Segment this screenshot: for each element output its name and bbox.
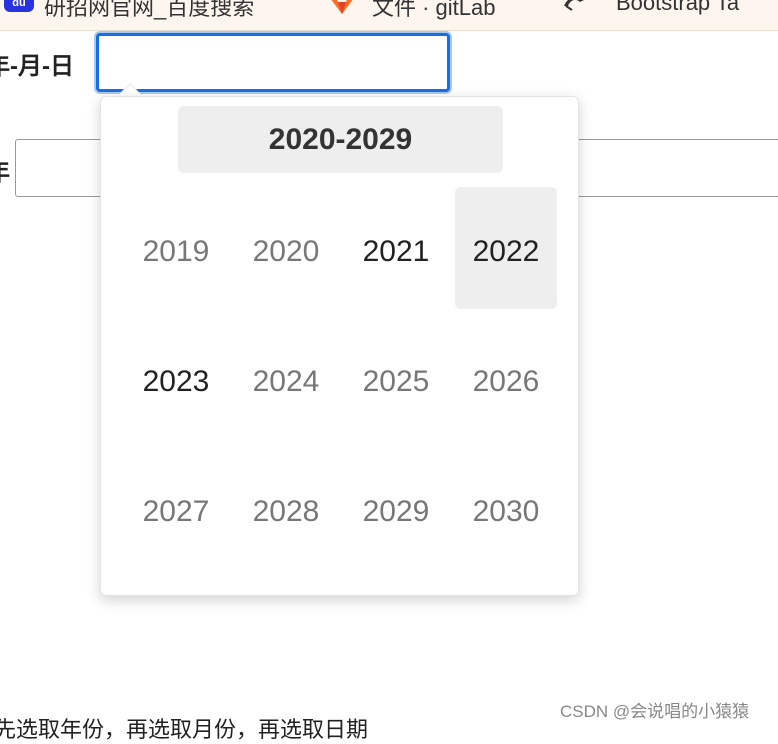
year-cell-3[interactable]: 2022	[455, 187, 557, 309]
date-label: 年-月-日	[0, 53, 74, 80]
year-cell-5[interactable]: 2024	[231, 317, 341, 447]
bookmark-baidu[interactable]: 研招网官网_百度搜索	[44, 0, 254, 22]
year-cell-2[interactable]: 2021	[341, 187, 451, 317]
year-cell-11[interactable]: 2030	[451, 447, 561, 577]
bookmark-bootstrap[interactable]: Bootstrap Ta	[616, 0, 739, 16]
year-cell-6[interactable]: 2025	[341, 317, 451, 447]
datepicker-popup: 2020-2029 2019 2020 2021 2022 2023 2024 …	[100, 96, 579, 596]
date-input[interactable]	[96, 33, 450, 92]
year-cell-8[interactable]: 2027	[121, 447, 231, 577]
popup-arrow	[118, 84, 142, 96]
second-label: 年	[0, 152, 10, 187]
bookmark-gitlab[interactable]: 文件 · gitLab	[372, 0, 496, 22]
year-grid: 2019 2020 2021 2022 2023 2024 2025 2026 …	[121, 187, 561, 577]
bookmarks-bar: du 研招网官网_百度搜索 文件 · gitLab Bootstrap Ta	[0, 0, 778, 31]
year-cell-9[interactable]: 2028	[231, 447, 341, 577]
year-cell-4[interactable]: 2023	[121, 317, 231, 447]
year-cell-0[interactable]: 2019	[121, 187, 231, 317]
year-cell-10[interactable]: 2029	[341, 447, 451, 577]
gitlab-icon	[328, 0, 356, 16]
instruction-text: 先选取年份，再选取月份，再选取日期	[0, 717, 369, 742]
bootstrap-icon	[560, 0, 588, 16]
year-cell-1[interactable]: 2020	[231, 187, 341, 317]
decade-switch-button[interactable]: 2020-2029	[178, 106, 503, 173]
baidu-icon: du	[4, 0, 34, 12]
csdn-watermark: CSDN @会说唱的小猿猿	[560, 702, 750, 721]
year-cell-7[interactable]: 2026	[451, 317, 561, 447]
